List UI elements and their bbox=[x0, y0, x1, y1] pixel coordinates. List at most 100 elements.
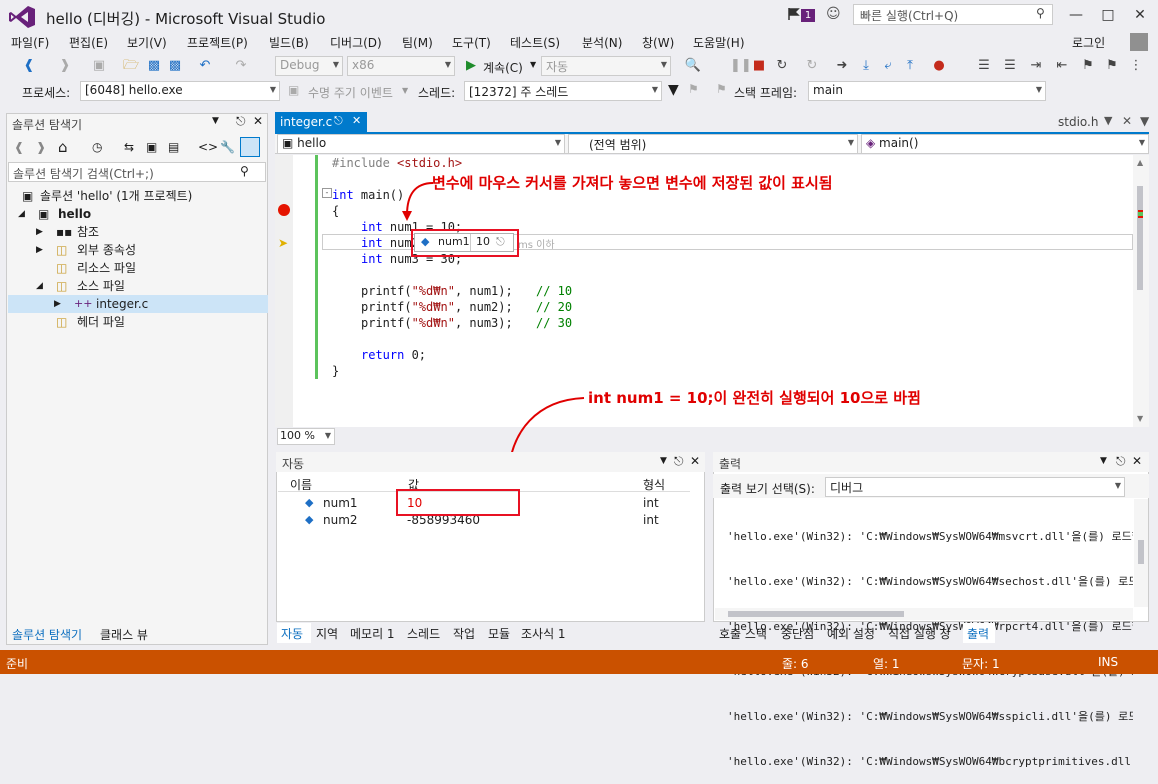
output-hscroll-thumb[interactable] bbox=[728, 611, 904, 617]
new-project-icon[interactable]: ▣ bbox=[90, 56, 108, 78]
nav-scope-select[interactable]: (전역 범위) ▼ bbox=[568, 134, 858, 154]
menu-team[interactable]: 팀(M) bbox=[402, 34, 433, 51]
menu-window[interactable]: 창(W) bbox=[642, 34, 674, 51]
solution-node[interactable]: 솔루션 'hello' (1개 프로젝트) bbox=[40, 187, 192, 205]
close-icon[interactable]: ✕ bbox=[690, 454, 700, 468]
tab-locals[interactable]: 지역 bbox=[316, 625, 338, 642]
platform-select[interactable]: x86 ▼ bbox=[347, 56, 455, 76]
save-icon[interactable]: ▩ bbox=[146, 56, 162, 78]
sync-icon[interactable]: ⇆ bbox=[124, 140, 134, 154]
close-icon[interactable]: ✕ bbox=[1132, 454, 1142, 468]
hot-reload-icon[interactable]: ↻ bbox=[804, 56, 820, 78]
step-over-icon[interactable]: ⤶ bbox=[880, 56, 896, 78]
auto-select[interactable]: 자동 ▼ bbox=[541, 56, 671, 76]
editor-scroll-thumb[interactable] bbox=[1137, 186, 1143, 290]
chevron-down-icon[interactable]: ▼ bbox=[402, 86, 408, 95]
feedback-icon[interactable]: ☺ bbox=[826, 6, 844, 24]
autos-row-name[interactable]: num1 bbox=[323, 496, 358, 510]
forward-icon[interactable]: ❱ bbox=[36, 140, 46, 154]
chevron-down-icon[interactable]: ▼ bbox=[660, 456, 667, 466]
tab-call-stack[interactable]: 호출 스택 bbox=[719, 625, 767, 642]
scroll-down-icon[interactable]: ▼ bbox=[1137, 414, 1143, 423]
view-code-icon[interactable]: <> bbox=[198, 140, 218, 154]
pin-icon[interactable]: ⎋ bbox=[334, 114, 343, 128]
tab-breakpoints[interactable]: 중단점 bbox=[781, 625, 814, 642]
nav-function-select[interactable]: ◈ main() ▼ bbox=[861, 134, 1149, 154]
tab-modules[interactable]: 모듈 bbox=[488, 625, 510, 642]
expanded-icon[interactable]: ◢ bbox=[36, 277, 43, 295]
tab-stdio-h[interactable]: stdio.h bbox=[1058, 115, 1098, 129]
avatar[interactable] bbox=[1130, 33, 1148, 51]
open-file-icon[interactable]: 🗁 bbox=[122, 56, 140, 78]
back-icon[interactable]: ❰ bbox=[14, 140, 24, 154]
pin-icon[interactable]: ⎋ bbox=[1116, 454, 1126, 469]
close-icon[interactable]: ✕ bbox=[253, 114, 263, 128]
collapsed-icon[interactable]: ▶ bbox=[36, 241, 43, 259]
output-scroll-thumb[interactable] bbox=[1138, 540, 1144, 564]
menu-view[interactable]: 보기(V) bbox=[127, 34, 167, 51]
zoom-select[interactable]: 100 % ▼ bbox=[277, 428, 335, 445]
login-link[interactable]: 로그인 bbox=[1072, 34, 1105, 51]
menu-tools[interactable]: 도구(T) bbox=[452, 34, 491, 51]
redo-icon[interactable]: ↷ bbox=[232, 56, 250, 78]
tree-item-integer-c[interactable]: integer.c bbox=[96, 295, 148, 313]
flag-threads-icon[interactable]: ⚑ bbox=[688, 82, 699, 96]
menu-edit[interactable]: 편집(E) bbox=[69, 34, 108, 51]
collapse-all-icon[interactable]: ▣ bbox=[146, 140, 157, 154]
collapsed-icon[interactable]: ▶ bbox=[54, 295, 61, 313]
menu-file[interactable]: 파일(F) bbox=[11, 34, 49, 51]
back-icon[interactable]: ❰ bbox=[20, 56, 38, 78]
tree-item-references[interactable]: 참조 bbox=[77, 223, 99, 241]
autos-row-name[interactable]: num2 bbox=[323, 513, 358, 527]
continue-icon[interactable]: ▶ bbox=[464, 56, 478, 78]
history-icon[interactable]: ◷ bbox=[92, 140, 102, 154]
tree-item-resource-files[interactable]: 리소스 파일 bbox=[77, 259, 136, 277]
notification-count-badge[interactable]: 1 bbox=[801, 9, 815, 22]
bookmark-icon[interactable]: ⚑ bbox=[1080, 56, 1096, 78]
solution-search-input[interactable]: 솔루션 탐색기 검색(Ctrl+;) bbox=[8, 162, 266, 182]
menu-debug[interactable]: 디버그(D) bbox=[330, 34, 382, 51]
menu-test[interactable]: 테스트(S) bbox=[510, 34, 560, 51]
thread-select[interactable]: [12372] 주 스레드 ▼ bbox=[464, 81, 662, 101]
menu-analyze[interactable]: 분석(N) bbox=[582, 34, 622, 51]
find-icon[interactable]: 🔍 bbox=[684, 56, 702, 78]
output-source-select[interactable]: 디버그 ▼ bbox=[825, 477, 1125, 497]
continue-button[interactable]: 계속(C) bbox=[483, 59, 523, 76]
tab-watch1[interactable]: 조사식 1 bbox=[521, 625, 566, 642]
tab-threads[interactable]: 스레드 bbox=[407, 625, 440, 642]
save-all-icon[interactable]: ▩ bbox=[166, 56, 184, 78]
bookmark-next-icon[interactable]: ⚑ bbox=[1104, 56, 1120, 78]
tab-memory1[interactable]: 메모리 1 bbox=[350, 625, 395, 642]
chevron-down-icon[interactable]: ▼ bbox=[1140, 114, 1149, 128]
collapse-outline-icon[interactable]: - bbox=[322, 188, 332, 198]
tab-output[interactable]: 출력 bbox=[967, 625, 989, 642]
breakpoint-toggle-icon[interactable]: ● bbox=[930, 56, 948, 78]
quick-launch-input[interactable]: 빠른 실행(Ctrl+Q) bbox=[853, 4, 1053, 25]
restart-icon[interactable]: ↻ bbox=[774, 56, 790, 78]
tab-dropdown-icon[interactable]: ▼ bbox=[1104, 114, 1112, 127]
show-next-statement-icon[interactable]: ➜ bbox=[834, 56, 850, 78]
tab-exception-settings[interactable]: 예외 설정 bbox=[827, 625, 875, 642]
chevron-down-icon[interactable]: ▼ bbox=[212, 116, 219, 126]
comment-icon[interactable]: ☰ bbox=[976, 56, 992, 78]
undo-icon[interactable]: ↶ bbox=[196, 56, 214, 78]
uncomment-icon[interactable]: ☰ bbox=[1002, 56, 1018, 78]
step-into-icon[interactable]: ⤓ bbox=[858, 56, 874, 78]
thread-flag-icon[interactable]: ⚑ bbox=[716, 82, 727, 96]
search-icon[interactable]: ⚲ bbox=[240, 164, 249, 178]
close-icon[interactable]: ✕ bbox=[352, 114, 361, 127]
chevron-down-icon[interactable]: ▼ bbox=[1100, 456, 1107, 466]
tab-immediate[interactable]: 직접 실행 창 bbox=[888, 625, 951, 642]
solution-config-select[interactable]: Debug ▼ bbox=[275, 56, 343, 76]
minimize-button[interactable]: — bbox=[1062, 4, 1090, 26]
close-window-button[interactable]: ✕ bbox=[1126, 4, 1154, 26]
filter-icon[interactable]: ▼ bbox=[668, 82, 679, 98]
show-all-files-icon[interactable]: ▤ bbox=[168, 140, 179, 154]
close-icon[interactable]: ✕ bbox=[1122, 114, 1132, 128]
notification-flag-icon[interactable] bbox=[788, 8, 800, 20]
menu-build[interactable]: 빌드(B) bbox=[269, 34, 309, 51]
properties-icon[interactable]: 🔧 bbox=[220, 140, 235, 154]
chevron-down-icon[interactable]: ▼ bbox=[530, 60, 536, 69]
expanded-icon[interactable]: ◢ bbox=[18, 205, 25, 223]
search-icon[interactable]: ⚲ bbox=[1036, 6, 1045, 20]
